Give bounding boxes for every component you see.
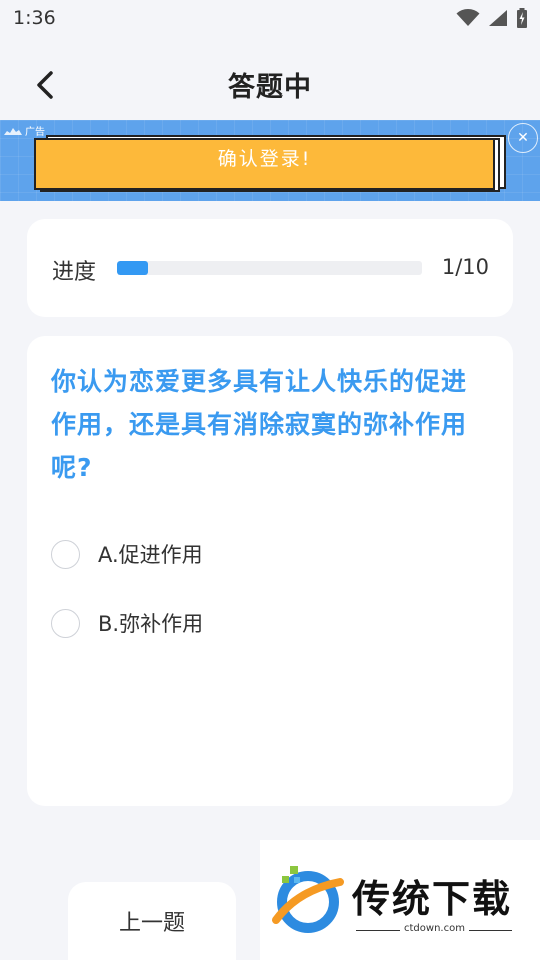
- radio-button[interactable]: [51, 608, 80, 638]
- status-icons: [456, 8, 528, 28]
- previous-question-button[interactable]: 上一题: [68, 882, 236, 960]
- back-button[interactable]: [28, 68, 62, 102]
- progress-count: 1/10: [441, 255, 489, 279]
- ad-tag-label: 广告: [25, 127, 45, 138]
- close-icon: ✕: [517, 130, 529, 146]
- option-label: A.促进作用: [98, 543, 203, 567]
- page-title: 答题中: [228, 71, 312, 103]
- chevron-left-icon: [37, 71, 53, 99]
- watermark: 传统下载 ctdown.com: [260, 840, 540, 960]
- radio-button[interactable]: [51, 539, 80, 569]
- status-time: 1:36: [13, 7, 56, 29]
- watermark-url: ctdown.com: [400, 923, 469, 934]
- option-a[interactable]: A.促进作用: [51, 538, 203, 570]
- wifi-icon: [456, 9, 480, 26]
- watermark-logo-icon: [272, 866, 344, 933]
- watermark-title: 传统下载: [352, 877, 513, 921]
- ad-close-button[interactable]: ✕: [508, 123, 538, 153]
- status-bar: 1:36: [0, 0, 540, 36]
- progress-fill: [117, 261, 148, 275]
- ad-signal-icon: [4, 127, 22, 135]
- question-text: 你认为恋爱更多具有让人快乐的促进作用，还是具有消除寂寞的弥补作用呢?: [51, 367, 468, 482]
- progress-card: 进度 1/10: [27, 219, 513, 317]
- option-b[interactable]: B.弥补作用: [51, 607, 203, 639]
- progress-label: 进度: [52, 260, 97, 285]
- option-label: B.弥补作用: [98, 612, 204, 636]
- progress-bar: [117, 261, 422, 275]
- ad-tag: 广告: [4, 123, 45, 138]
- ad-banner[interactable]: 广告 确认登录! ✕: [0, 120, 540, 201]
- ad-login-button[interactable]: 确认登录!: [34, 138, 495, 190]
- question-card: 你认为恋爱更多具有让人快乐的促进作用，还是具有消除寂寞的弥补作用呢? A.促进作…: [27, 336, 513, 806]
- signal-icon: [489, 10, 507, 26]
- header: 答题中: [0, 48, 540, 120]
- battery-icon: [517, 8, 527, 28]
